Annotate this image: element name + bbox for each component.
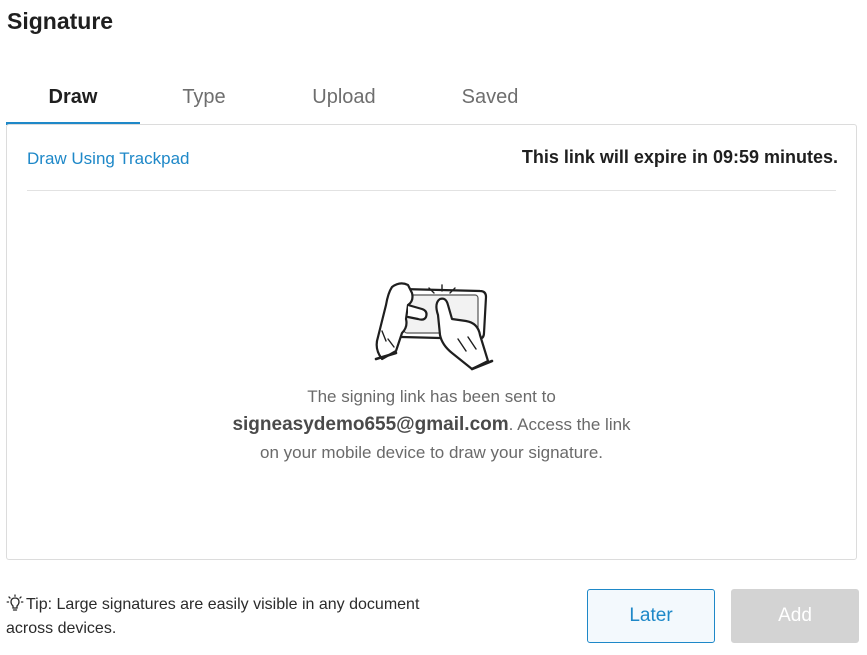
later-button[interactable]: Later <box>587 589 715 643</box>
tab-type[interactable]: Type <box>146 80 262 122</box>
message-line-3: on your mobile device to draw your signa… <box>259 443 603 462</box>
add-button[interactable]: Add <box>731 589 859 643</box>
recipient-email: signeasydemo655@gmail.com <box>232 414 509 435</box>
message-line-1: The signing link has been sent to <box>307 387 556 406</box>
signature-tabs: Draw Type Upload Saved <box>6 80 526 125</box>
tip-line-1: Tip: Large signatures are easily visible… <box>26 596 420 613</box>
tab-upload[interactable]: Upload <box>282 80 406 122</box>
draw-using-trackpad-link[interactable]: Draw Using Trackpad <box>27 149 190 169</box>
lightbulb-icon <box>6 594 24 611</box>
tip-line-2: across devices. <box>6 620 117 637</box>
message-line-2: signeasydemo655@gmail.com. Access the li… <box>7 411 856 439</box>
draw-panel: Draw Using Trackpad This link will expir… <box>6 124 857 560</box>
tip-text: Tip: Large signatures are easily visible… <box>6 593 526 641</box>
hands-phone-icon <box>374 282 494 371</box>
signing-link-message: The signing link has been sent to signea… <box>7 383 856 467</box>
divider <box>27 190 836 191</box>
link-expiry-text: This link will expire in 09:59 minutes. <box>521 147 838 167</box>
dialog-title: Signature <box>7 8 114 34</box>
message-line-2-suffix: . Access the link <box>508 415 631 434</box>
tab-saved[interactable]: Saved <box>426 80 554 122</box>
tab-draw[interactable]: Draw <box>6 80 140 125</box>
